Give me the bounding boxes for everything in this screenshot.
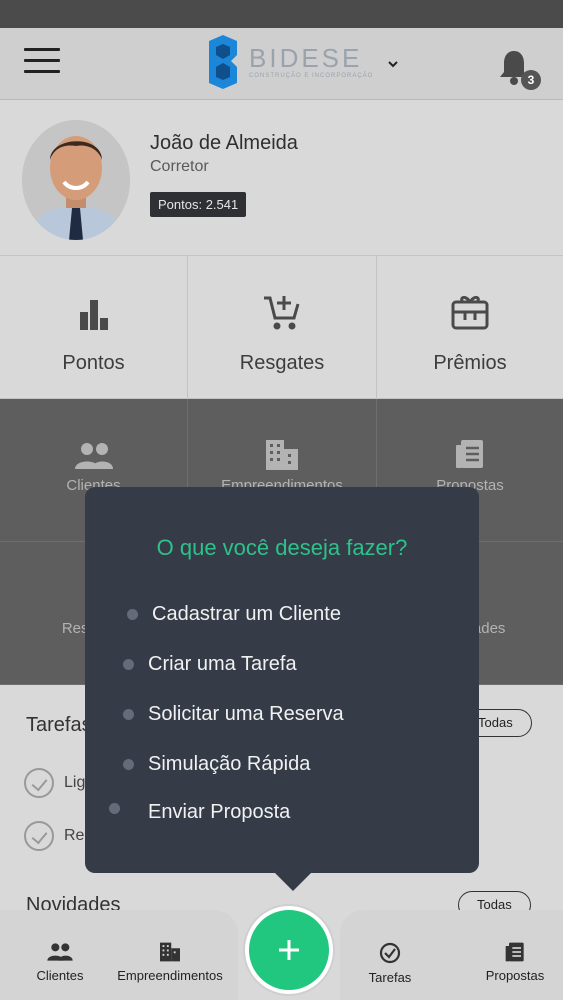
checkmark-icon[interactable]	[24, 768, 54, 798]
notification-badge: 3	[521, 70, 541, 90]
tile-label: Pontos	[62, 352, 125, 374]
nav-clientes[interactable]: Clientes	[30, 942, 90, 983]
nav-tarefas[interactable]: Tarefas	[360, 942, 420, 985]
option-solicitar-reserva[interactable]: Solicitar uma Reserva	[123, 703, 344, 733]
popup-title: O que você deseja fazer?	[156, 535, 408, 560]
plus-icon	[279, 940, 299, 960]
bullet-icon	[127, 609, 138, 620]
add-cart-icon	[264, 296, 300, 330]
tile-label: Prêmios	[433, 352, 507, 374]
bullet-icon	[123, 759, 134, 770]
status-bar	[0, 0, 563, 28]
brand-wordmark: BIDESE	[249, 43, 363, 73]
tasks-title: Tarefas	[26, 714, 92, 736]
people-icon	[74, 443, 113, 469]
logo-mark-icon	[209, 35, 237, 89]
tile-premios[interactable]: Prêmios	[377, 256, 563, 399]
brand-tagline: CONSTRUÇÃO E INCORPORAÇÃO	[249, 73, 374, 79]
people-icon	[47, 943, 73, 961]
avatar	[22, 120, 130, 240]
option-cadastrar-cliente[interactable]: Cadastrar um Cliente	[127, 603, 341, 633]
chevron-down-icon[interactable]	[385, 56, 401, 72]
bar-chart-icon	[79, 300, 108, 330]
gift-card-icon	[451, 295, 489, 330]
add-action-button[interactable]	[245, 906, 333, 994]
option-criar-tarefa[interactable]: Criar uma Tarefa	[123, 653, 297, 683]
document-list-icon	[505, 942, 524, 962]
bullet-icon	[109, 803, 120, 814]
checkmark-icon[interactable]	[24, 821, 54, 851]
option-enviar-proposta[interactable]: Enviar Proposta	[109, 801, 290, 831]
app-header: BIDESE CONSTRUÇÃO E INCORPORAÇÃO 3	[0, 28, 563, 100]
option-simulacao-rapida[interactable]: Simulação Rápida	[123, 753, 310, 783]
tile-label: Resgates	[239, 352, 325, 374]
nav-empreendimentos[interactable]: Empreendimentos	[110, 942, 230, 983]
profile-card	[0, 100, 563, 256]
user-role: Corretor	[150, 158, 209, 175]
user-name: João de Almeida	[150, 132, 298, 154]
bullet-icon	[123, 659, 134, 670]
nav-propostas[interactable]: Propostas	[478, 942, 552, 983]
tile-pontos[interactable]: Pontos	[0, 256, 188, 399]
brand-logo: BIDESE CONSTRUÇÃO E INCORPORAÇÃO	[205, 34, 373, 90]
action-popup: O que você deseja fazer? Cadastrar um Cl…	[85, 487, 479, 891]
menu-icon[interactable]	[24, 48, 60, 74]
building-icon	[266, 440, 298, 470]
bullet-icon	[123, 709, 134, 720]
document-list-icon	[456, 440, 483, 468]
points-badge: Pontos: 2.541	[150, 192, 247, 217]
building-icon	[160, 942, 180, 962]
tile-resgates[interactable]: Resgates	[188, 256, 377, 399]
check-circle-icon	[379, 942, 401, 964]
